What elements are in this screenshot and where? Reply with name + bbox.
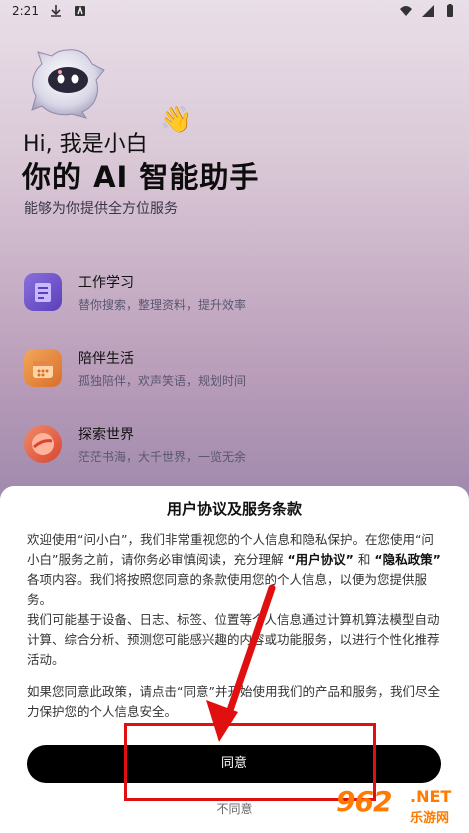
dialog-paragraph-1: 欢迎使用“问小白”，我们非常重视您的个人信息和隐私保护。在您使用“问小白”服务之… <box>27 530 441 610</box>
status-time: 2:21 <box>12 4 39 18</box>
headline: 你的 AI 智能助手 <box>22 160 260 194</box>
p1-text-a: 欢迎使用“问小白”，我们非常重视您的个人信息和隐私保护。在您使用“问小白”服务之… <box>27 532 434 567</box>
app-notification-icon <box>74 5 85 16</box>
feature-explore-world: 探索世界 茫茫书海，大千世界，一览无余 <box>24 416 444 472</box>
mascot-logo <box>31 49 105 119</box>
document-icon <box>24 273 62 311</box>
dialog-paragraph-2: 我们可能基于设备、日志、标签、位置等个人信息通过计算机算法模型自动计算、综合分析… <box>27 612 440 667</box>
feature-desc: 孤独陪伴，欢声笑语，规划时间 <box>78 373 247 388</box>
user-agreement-link[interactable]: “用户协议” <box>287 552 353 567</box>
privacy-policy-link[interactable]: “隐私政策” <box>374 552 440 567</box>
feature-title: 工作学习 <box>78 274 134 291</box>
dialog-paragraph-3: 如果您同意此政策，请点击“同意”并开始使用我们的产品和服务，我们尽全力保护您的个… <box>27 684 440 719</box>
feature-work-study: 工作学习 替你搜索，整理资料，提升效率 <box>24 264 444 320</box>
feature-life-companion: 陪伴生活 孤独陪伴，欢声笑语，规划时间 <box>24 340 444 396</box>
calendar-icon <box>24 349 62 387</box>
status-right <box>399 4 457 18</box>
waving-hand-icon: 👋 <box>160 105 193 135</box>
planet-icon <box>24 425 62 463</box>
watermark-962: 962 <box>336 785 392 818</box>
feature-title: 陪伴生活 <box>78 350 134 367</box>
feature-desc: 茫茫书海，大千世界，一览无余 <box>78 449 247 464</box>
feature-desc: 替你搜索，整理资料，提升效率 <box>78 297 247 312</box>
feature-title: 探索世界 <box>78 426 134 443</box>
download-icon <box>50 5 61 17</box>
dialog-title: 用户协议及服务条款 <box>166 500 302 518</box>
watermark-net: .NET <box>410 787 452 806</box>
subline: 能够为你提供全方位服务 <box>24 201 178 217</box>
status-bar: 2:21 <box>0 0 469 22</box>
watermark-logo: 962 .NET 乐游网 <box>336 785 466 831</box>
wifi-icon <box>400 6 412 16</box>
battery-icon <box>447 4 453 17</box>
p1-and: 和 <box>357 552 371 567</box>
watermark-sub: 乐游网 <box>410 811 450 826</box>
status-left: 2:21 <box>12 4 87 18</box>
p1-text-b: 各项内容。我们将按照您同意的条款使用您的个人信息，以便为您提供服务。 <box>27 572 428 607</box>
signal-icon <box>422 5 434 17</box>
